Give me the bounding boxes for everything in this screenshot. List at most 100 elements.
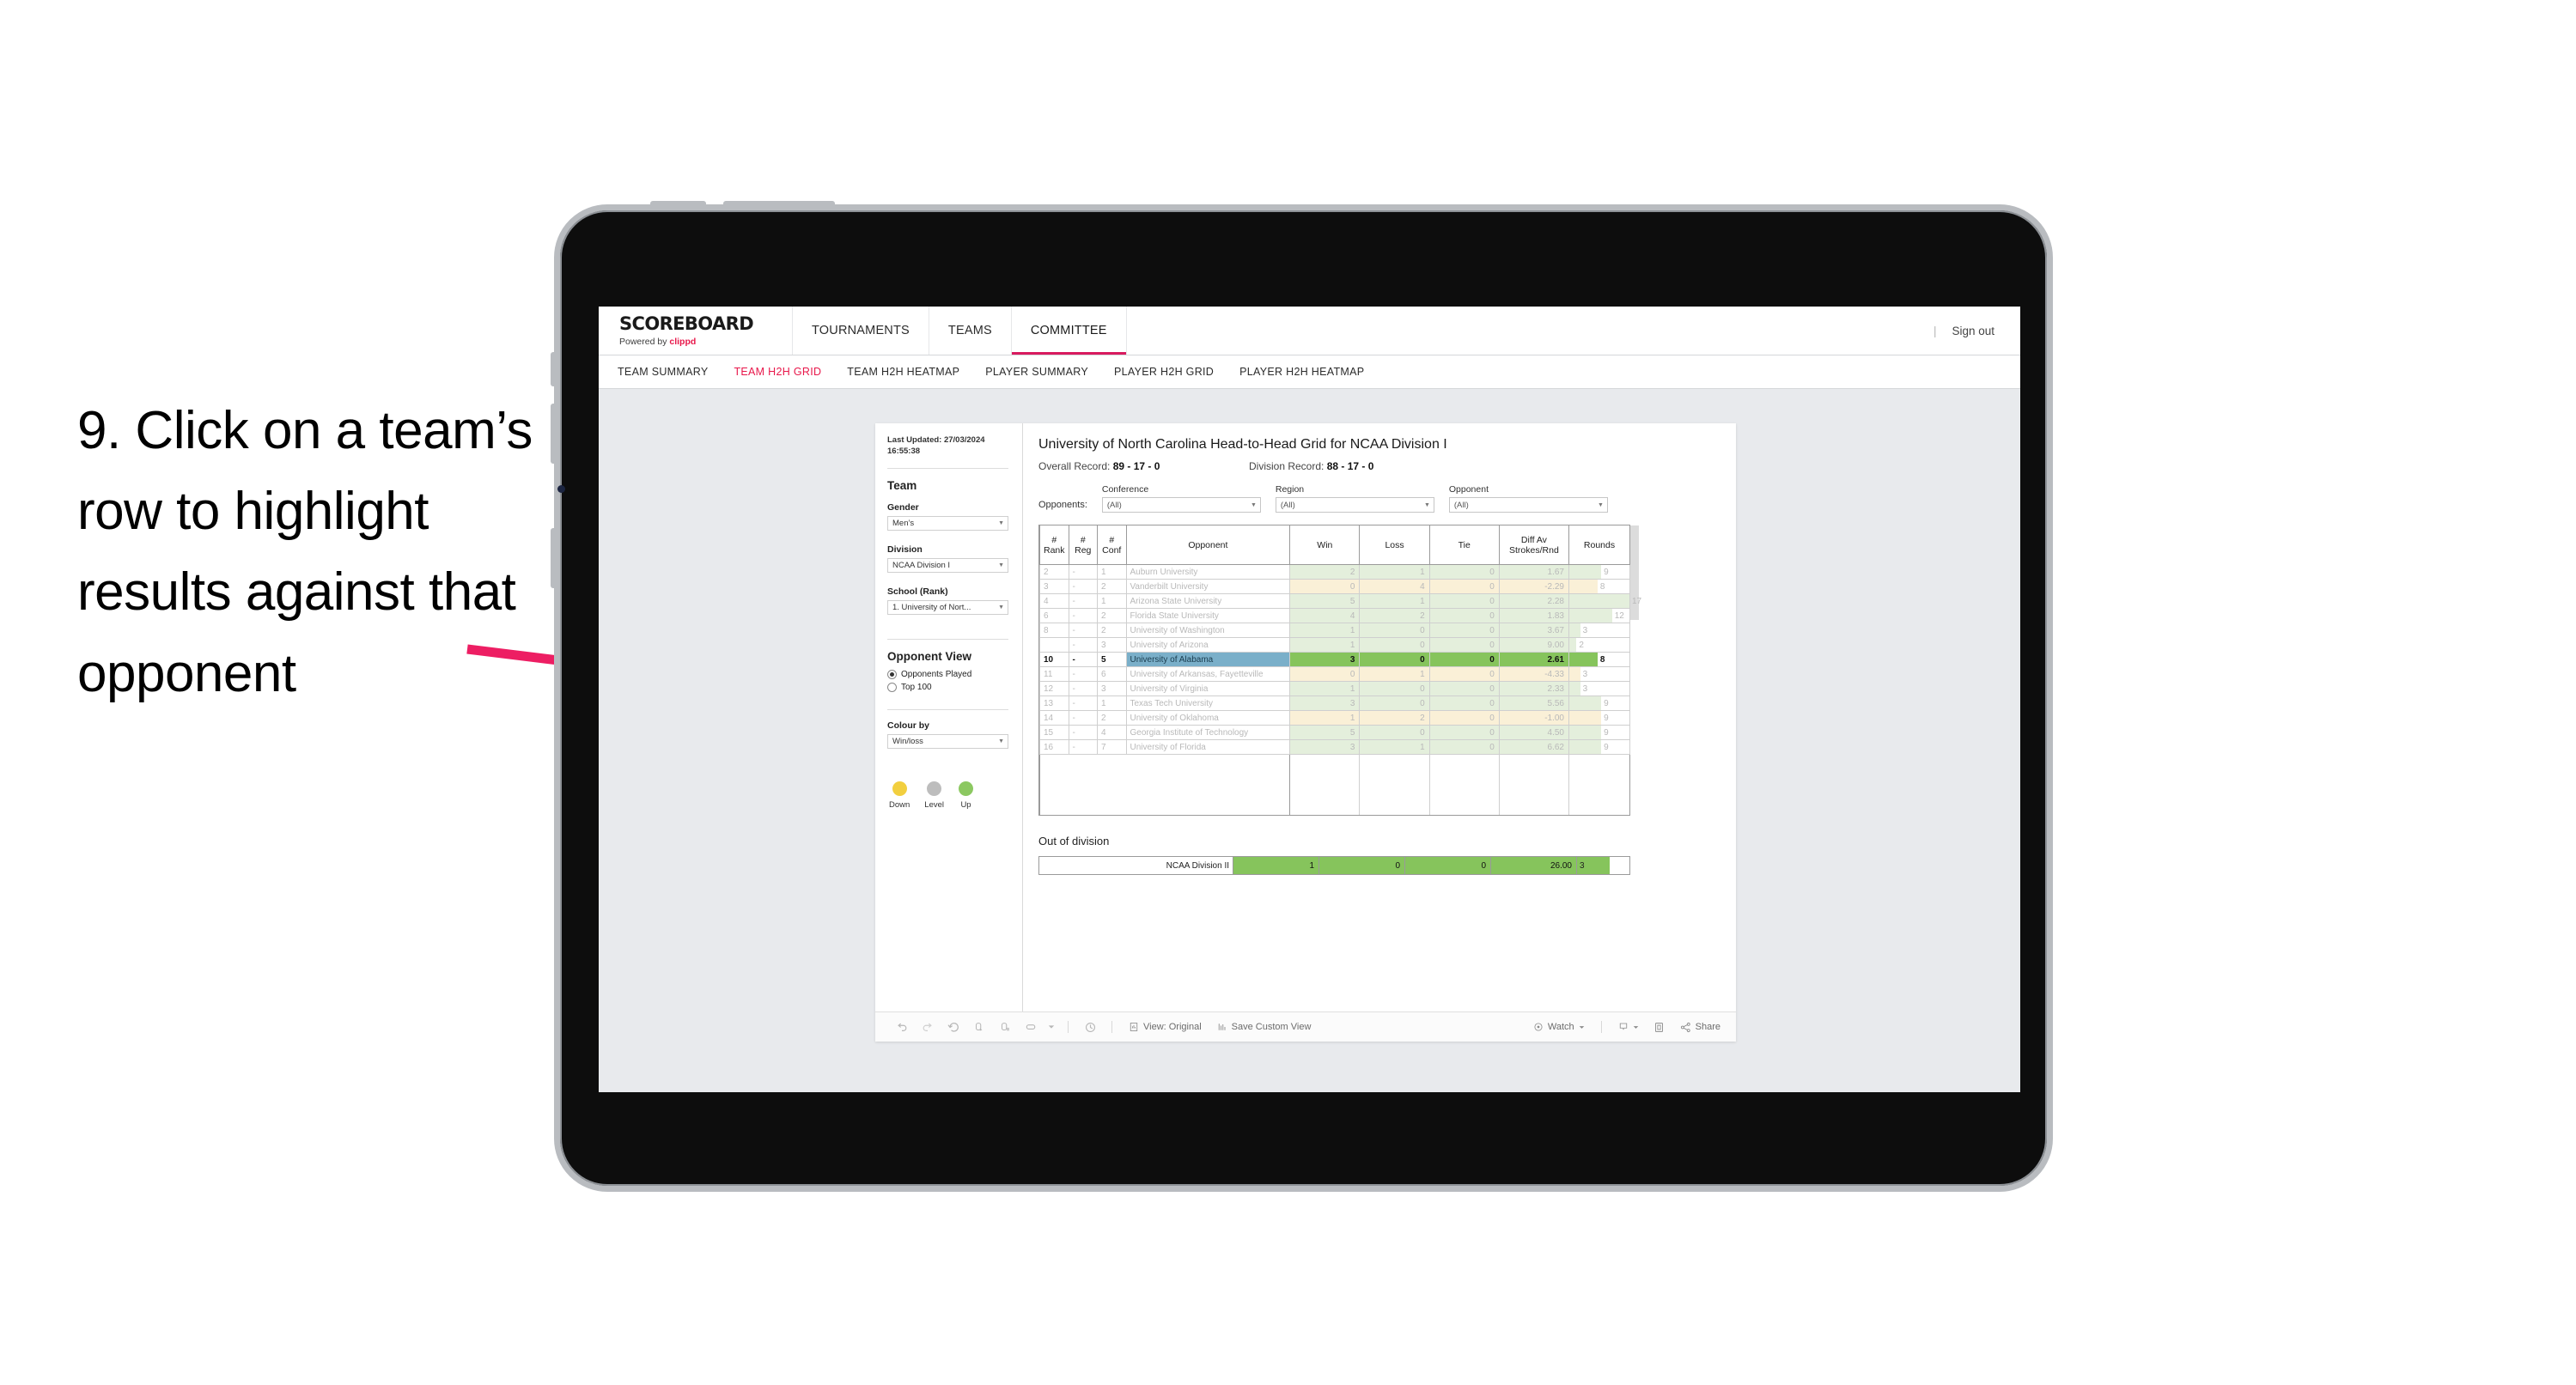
- colour-by-select[interactable]: Win/loss ▼: [887, 733, 1008, 749]
- cell-opponent: Texas Tech University: [1125, 696, 1291, 711]
- table-row[interactable]: -3 University of Arizona 1 0 0 9.00 2: [1039, 637, 1630, 653]
- nav-committee[interactable]: COMMITTEE: [1011, 307, 1127, 355]
- grid-scrollbar-thumb[interactable]: [1630, 525, 1639, 620]
- share-button[interactable]: Share: [1672, 1022, 1736, 1033]
- cell-win: 1: [1289, 637, 1361, 653]
- col-tie[interactable]: Tie: [1428, 525, 1500, 565]
- nav-tournaments[interactable]: TOURNAMENTS: [793, 307, 929, 355]
- opponent-caption: Opponent: [1448, 484, 1489, 495]
- cell-win: 1: [1289, 710, 1361, 726]
- col-reg[interactable]: # Reg: [1068, 525, 1098, 565]
- fullscreen-icon[interactable]: [1647, 1022, 1672, 1033]
- legend-dot-up: [959, 781, 974, 796]
- table-row[interactable]: 8-2 University of Washington 1 0 0 3.67 3: [1039, 623, 1630, 638]
- table-row[interactable]: 3-2 Vanderbilt University 0 4 0 -2.29 8: [1039, 579, 1630, 594]
- gender-select[interactable]: Men’s ▼: [887, 515, 1008, 531]
- rounds-bar: [1569, 696, 1602, 710]
- col-win[interactable]: Win: [1289, 525, 1361, 565]
- ood-label: NCAA Division II: [1038, 856, 1233, 875]
- save-custom-view-button[interactable]: Save Custom View: [1209, 1022, 1319, 1032]
- legend-down-label: Down: [889, 799, 910, 810]
- clock-icon[interactable]: [1077, 1021, 1103, 1034]
- table-row[interactable]: 11-6 University of Arkansas, Fayetteville…: [1039, 666, 1630, 682]
- col-diff-line2: Strokes/Rnd: [1509, 544, 1559, 556]
- cell-conf: 2: [1097, 608, 1127, 623]
- table-row[interactable]: 10-5 University of Alabama 3 0 0 2.61 8: [1039, 652, 1630, 667]
- brand-logo[interactable]: SCOREBOARD Powered by clippd: [599, 307, 793, 355]
- records-row: Overall Record: 89 - 17 - 0 Division Rec…: [1038, 460, 1720, 472]
- device-layout-icon[interactable]: [1018, 1021, 1044, 1034]
- rounds-bar: [1569, 726, 1602, 739]
- sign-out-link[interactable]: Sign out: [1952, 325, 1994, 337]
- tab-team-summary[interactable]: TEAM SUMMARY: [618, 366, 708, 378]
- cell-win: 0: [1289, 579, 1361, 594]
- revert-icon[interactable]: [941, 1021, 966, 1034]
- cell-tie: 0: [1428, 725, 1500, 740]
- caret-down-icon[interactable]: [1044, 1024, 1059, 1030]
- radio-top-100[interactable]: Top 100: [887, 682, 1008, 692]
- table-row[interactable]: 16-7 University of Florida 3 1 0 6.62 9: [1039, 739, 1630, 755]
- col-rounds[interactable]: Rounds: [1568, 525, 1630, 565]
- view-original-button[interactable]: View: Original: [1121, 1022, 1209, 1032]
- download-button[interactable]: [1611, 1022, 1647, 1033]
- rounds-value: 3: [1582, 625, 1588, 635]
- legend-level-label: Level: [924, 799, 945, 810]
- table-row[interactable]: 12-3 University of Virginia 1 0 0 2.33 3: [1039, 681, 1630, 696]
- table-row[interactable]: 6-2 Florida State University 4 2 0 1.83 12: [1039, 608, 1630, 623]
- cell-win: 1: [1289, 681, 1361, 696]
- table-row[interactable]: 2-1 Auburn University 2 1 0 1.67 9: [1039, 564, 1630, 580]
- top-bar-right: | Sign out: [1934, 307, 2020, 355]
- col-opponent[interactable]: Opponent: [1125, 525, 1291, 565]
- division-select[interactable]: NCAA Division I ▼: [887, 557, 1008, 573]
- tab-player-h2h-heatmap[interactable]: PLAYER H2H HEATMAP: [1239, 366, 1364, 378]
- opponent-select[interactable]: (All) ▼: [1448, 497, 1608, 513]
- cell-rounds: 3: [1568, 681, 1630, 696]
- grid-scrollbar[interactable]: [1630, 525, 1639, 815]
- col-rank[interactable]: # Rank: [1039, 525, 1069, 565]
- cell-loss: 1: [1359, 564, 1430, 580]
- cell-opponent: Florida State University: [1125, 608, 1291, 623]
- last-updated-label: Last Updated: 27/03/2024 16:55:38: [887, 435, 985, 456]
- table-row[interactable]: 14-2 University of Oklahoma 1 2 0 -1.00 9: [1039, 710, 1630, 726]
- redo-icon[interactable]: [915, 1021, 941, 1033]
- cell-opponent: University of Arkansas, Fayetteville: [1125, 666, 1291, 682]
- chevron-down-icon: ▼: [1423, 501, 1430, 508]
- tab-team-h2h-grid[interactable]: TEAM H2H GRID: [734, 366, 821, 378]
- undo-icon[interactable]: [889, 1021, 915, 1033]
- table-row[interactable]: 4-1Arizona State University5102.2817: [1039, 593, 1641, 609]
- col-loss[interactable]: Loss: [1359, 525, 1430, 565]
- ood-win: 1: [1233, 856, 1319, 875]
- col-conf[interactable]: # Conf: [1097, 525, 1127, 565]
- table-row[interactable]: 15-4 Georgia Institute of Technology 5 0 0 4.…: [1039, 725, 1630, 740]
- col-diff[interactable]: Diff Av Strokes/Rnd: [1498, 525, 1570, 565]
- tab-team-h2h-heatmap[interactable]: TEAM H2H HEATMAP: [847, 366, 959, 378]
- out-of-division-row[interactable]: NCAA Division II 1 0 0 26.00 3: [1038, 856, 1630, 875]
- cell-diff: 2.61: [1498, 652, 1570, 667]
- nav-teams[interactable]: TEAMS: [929, 307, 1012, 355]
- tab-player-summary[interactable]: PLAYER SUMMARY: [985, 366, 1088, 378]
- device-volume-up-button: [551, 404, 557, 464]
- cell-conf: 7: [1097, 739, 1127, 755]
- refresh-icon[interactable]: [966, 1021, 992, 1033]
- region-filter: Region (All) ▼: [1275, 484, 1434, 513]
- cell-reg: -: [1068, 637, 1098, 653]
- colour-legend: Down Level Up: [887, 781, 1008, 810]
- cell-reg: -: [1068, 739, 1098, 755]
- caret-down-icon: [1579, 1025, 1584, 1029]
- toolbar-divider-3: [1600, 1021, 1602, 1033]
- cell-loss: 0: [1359, 652, 1430, 667]
- table-row[interactable]: 13-1 Texas Tech University 3 0 0 5.56 9: [1039, 696, 1630, 711]
- school-select[interactable]: 1. University of Nort... ▼: [887, 599, 1008, 615]
- cell-rounds: 9: [1568, 564, 1630, 580]
- app-top-bar: SCOREBOARD Powered by clippd TOURNAMENTS…: [599, 307, 2020, 355]
- workbook-toolbar: View: Original Save Custom View Watch Sh…: [875, 1011, 1736, 1042]
- conference-select[interactable]: (All) ▼: [1101, 497, 1261, 513]
- pause-icon[interactable]: [992, 1021, 1018, 1033]
- region-select[interactable]: (All) ▼: [1275, 497, 1434, 513]
- radio-opponents-played[interactable]: Opponents Played: [887, 669, 1008, 679]
- watch-button[interactable]: Watch: [1526, 1022, 1592, 1032]
- cell-loss: 0: [1359, 681, 1430, 696]
- tab-player-h2h-grid[interactable]: PLAYER H2H GRID: [1114, 366, 1214, 378]
- opponent-view-heading: Opponent View: [887, 649, 972, 663]
- device-camera: [557, 485, 565, 493]
